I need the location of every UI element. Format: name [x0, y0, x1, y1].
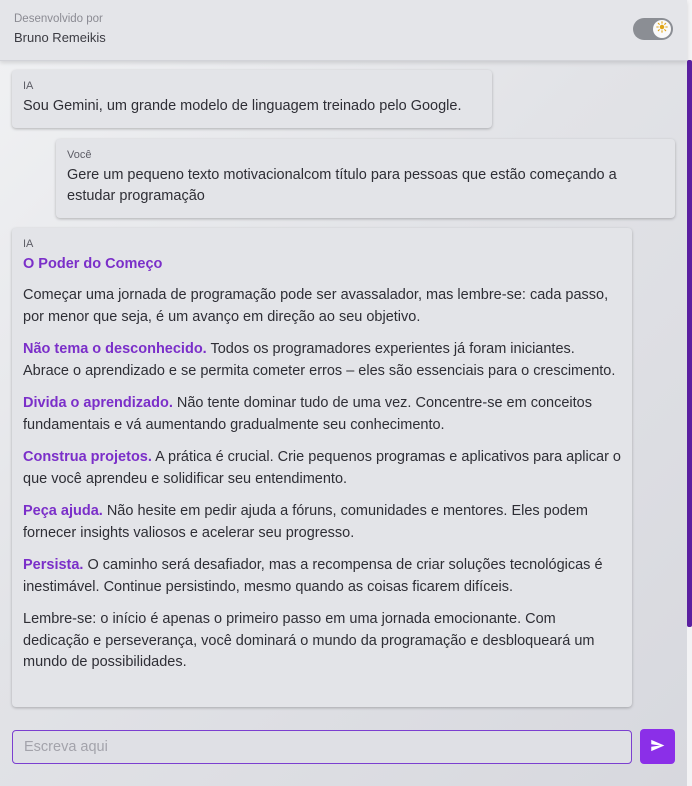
paragraph-highlight: Peça ajuda.	[23, 503, 103, 519]
message-paragraph: Lembre-se: o início é apenas o primeiro …	[23, 609, 621, 674]
theme-toggle[interactable]	[633, 18, 673, 40]
send-button[interactable]	[640, 729, 675, 764]
paragraph-text: Não hesite em pedir ajuda a fóruns, comu…	[23, 503, 589, 541]
paragraph-highlight: Construa projetos.	[23, 449, 152, 465]
message-paragraph: Começar uma jornada de programação pode …	[23, 285, 621, 328]
user-message: Você Gere um pequeno texto motivacionalc…	[56, 139, 675, 218]
sun-icon	[656, 20, 668, 38]
message-text: Sou Gemini, um grande modelo de linguage…	[23, 98, 462, 114]
ai-message: IA Sou Gemini, um grande modelo de lingu…	[12, 70, 492, 128]
paragraph-highlight: Persista.	[23, 557, 84, 573]
paragraph-highlight: Não tema o desconhecido.	[23, 341, 207, 357]
message-text: Gere um pequeno texto motivacionalcom tí…	[67, 167, 617, 204]
paragraph-text: O caminho será desafiador, mas a recompe…	[23, 557, 603, 595]
scrollbar-thumb[interactable]	[687, 60, 692, 627]
send-icon	[650, 738, 665, 756]
paragraph-text: Lembre-se: o início é apenas o primeiro …	[23, 611, 595, 670]
message-sender: Você	[67, 149, 92, 161]
message-title: O Poder do Começo	[23, 256, 163, 272]
message-sender: IA	[23, 80, 34, 92]
message-sender: IA	[23, 238, 34, 250]
message-paragraph: Persista. O caminho será desafiador, mas…	[23, 555, 621, 598]
paragraph-text: Começar uma jornada de programação pode …	[23, 287, 609, 325]
paragraph-highlight: Divida o aprendizado.	[23, 395, 173, 411]
developer-name: Bruno Remeikis	[14, 30, 106, 45]
message-paragraph: Construa projetos. A prática é crucial. …	[23, 447, 621, 490]
message-paragraph: Peça ajuda. Não hesite em pedir ajuda a …	[23, 501, 621, 544]
message-input[interactable]	[12, 730, 632, 764]
message-paragraph: Não tema o desconhecido. Todos os progra…	[23, 339, 621, 382]
theme-toggle-knob	[653, 20, 671, 38]
message-paragraph: Divida o aprendizado. Não tente dominar …	[23, 393, 621, 436]
ai-message: IA O Poder do Começo Começar uma jornada…	[12, 228, 632, 707]
developer-caption: Desenvolvido por	[14, 13, 103, 25]
app-header: Desenvolvido por Bruno Remeikis	[0, 0, 687, 61]
